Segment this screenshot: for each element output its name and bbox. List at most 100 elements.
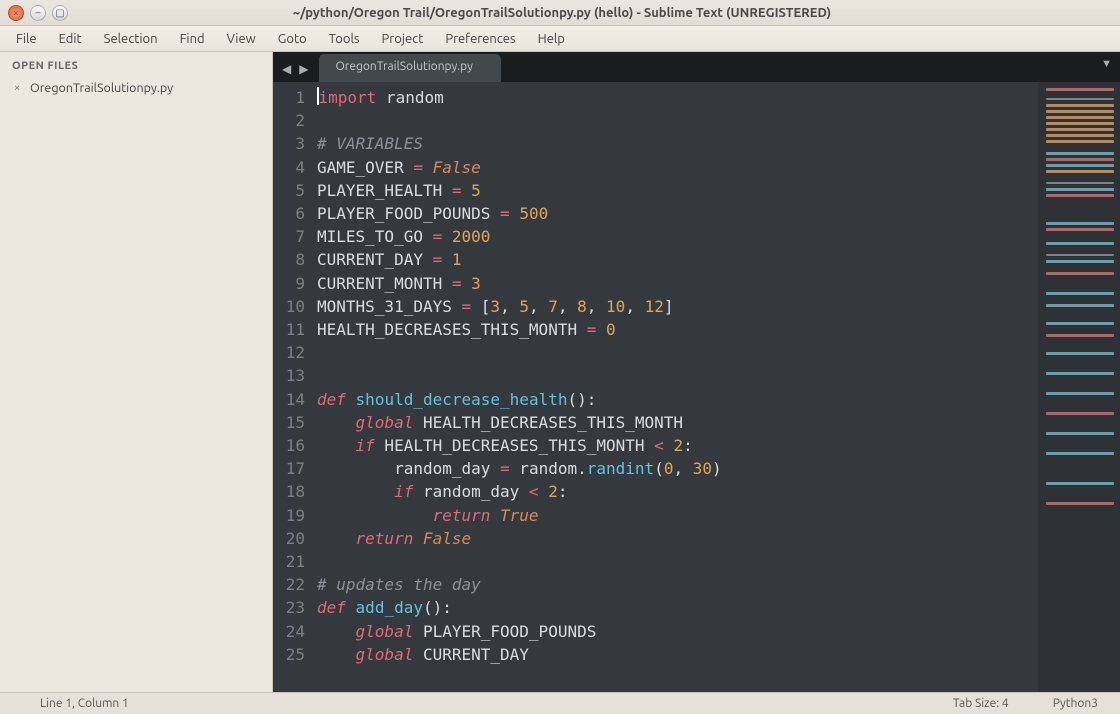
menu-project[interactable]: Project: [372, 29, 434, 49]
code-line: def add_day():: [317, 596, 1038, 619]
editor-body: 1234567891011121314151617181920212223242…: [273, 82, 1120, 692]
maximize-icon: ▢: [55, 8, 64, 18]
line-number: 10: [277, 295, 305, 318]
minimap-line: [1046, 104, 1114, 107]
tab-nav: ◀ ▶: [279, 60, 319, 82]
minimap-line: [1046, 228, 1114, 231]
line-number: 6: [277, 202, 305, 225]
minimap-line: [1046, 352, 1114, 355]
window-controls: × – ▢: [0, 5, 76, 21]
code-editor[interactable]: import random # VARIABLESGAME_OVER = Fal…: [313, 82, 1038, 692]
menu-edit[interactable]: Edit: [49, 29, 92, 49]
close-file-icon[interactable]: ×: [14, 82, 24, 94]
minimap-line: [1046, 116, 1114, 119]
line-number: 24: [277, 620, 305, 643]
code-line: def should_decrease_health():: [317, 388, 1038, 411]
minimap-line: [1046, 272, 1114, 275]
code-line: CURRENT_DAY = 1: [317, 248, 1038, 271]
sidebar: OPEN FILES ×OregonTrailSolutionpy.py: [0, 52, 273, 692]
line-number: 1: [277, 86, 305, 109]
window-minimize-button[interactable]: –: [30, 5, 46, 21]
minimap-line: [1046, 482, 1114, 485]
code-line: [317, 109, 1038, 132]
line-number: 21: [277, 550, 305, 573]
minimap-line: [1046, 392, 1114, 395]
menu-view[interactable]: View: [217, 29, 266, 49]
line-number: 18: [277, 480, 305, 503]
code-line: GAME_OVER = False: [317, 156, 1038, 179]
line-number: 3: [277, 132, 305, 155]
minimap-line: [1046, 98, 1114, 100]
minimap-line: [1046, 254, 1114, 256]
minimap-line: [1046, 152, 1114, 155]
code-line: global PLAYER_FOOD_POUNDS: [317, 620, 1038, 643]
code-line: if HEALTH_DECREASES_THIS_MONTH < 2:: [317, 434, 1038, 457]
line-number: 25: [277, 643, 305, 666]
tab-label: OregonTrailSolutionpy.py: [335, 60, 472, 73]
tab-history-back-icon[interactable]: ◀: [279, 60, 294, 78]
minimap-line: [1046, 322, 1114, 325]
minimap[interactable]: [1038, 82, 1120, 692]
minimap-line: [1046, 334, 1114, 337]
code-line: PLAYER_FOOD_POUNDS = 500: [317, 202, 1038, 225]
menu-selection[interactable]: Selection: [94, 29, 168, 49]
menu-preferences[interactable]: Preferences: [435, 29, 525, 49]
code-line: HEALTH_DECREASES_THIS_MONTH = 0: [317, 318, 1038, 341]
minimap-line: [1046, 372, 1114, 375]
tab-active[interactable]: OregonTrailSolutionpy.py: [319, 54, 500, 82]
status-position[interactable]: Line 1, Column 1: [0, 697, 129, 710]
code-line: import random: [317, 86, 1038, 109]
line-number: 12: [277, 341, 305, 364]
editor-area: ◀ ▶ OregonTrailSolutionpy.py ▼ 123456789…: [273, 52, 1120, 692]
code-line: random_day = random.randint(0, 30): [317, 457, 1038, 480]
line-number: 5: [277, 179, 305, 202]
line-number: 23: [277, 596, 305, 619]
code-line: return False: [317, 527, 1038, 550]
line-number: 2: [277, 109, 305, 132]
line-number: 9: [277, 272, 305, 295]
sidebar-open-files-header: OPEN FILES: [0, 52, 272, 78]
status-bar: Line 1, Column 1 Tab Size: 4 Python3: [0, 692, 1120, 714]
minimap-line: [1046, 292, 1114, 295]
minimap-line: [1046, 182, 1114, 184]
window-maximize-button[interactable]: ▢: [52, 5, 68, 21]
code-line: return True: [317, 504, 1038, 527]
line-number: 20: [277, 527, 305, 550]
minimap-line: [1046, 158, 1114, 161]
line-number-gutter: 1234567891011121314151617181920212223242…: [273, 82, 313, 692]
menu-help[interactable]: Help: [528, 29, 575, 49]
code-line: MILES_TO_GO = 2000: [317, 225, 1038, 248]
line-number: 19: [277, 504, 305, 527]
minimap-line: [1046, 452, 1114, 455]
line-number: 17: [277, 457, 305, 480]
line-number: 11: [277, 318, 305, 341]
status-syntax[interactable]: Python3: [1031, 697, 1120, 710]
window-close-button[interactable]: ×: [8, 5, 24, 21]
line-number: 14: [277, 388, 305, 411]
minimap-line: [1046, 88, 1114, 91]
menu-file[interactable]: File: [6, 29, 47, 49]
line-number: 15: [277, 411, 305, 434]
menu-tools[interactable]: Tools: [319, 29, 370, 49]
window-titlebar: × – ▢ ~/python/Oregon Trail/OregonTrailS…: [0, 0, 1120, 26]
code-line: [317, 364, 1038, 387]
menu-goto[interactable]: Goto: [268, 29, 317, 49]
code-line: if random_day < 2:: [317, 480, 1038, 503]
minimap-line: [1046, 140, 1114, 143]
tab-bar: ◀ ▶ OregonTrailSolutionpy.py ▼: [273, 52, 1120, 82]
main-area: OPEN FILES ×OregonTrailSolutionpy.py ◀ ▶…: [0, 52, 1120, 692]
window-title: ~/python/Oregon Trail/OregonTrailSolutio…: [76, 6, 1048, 20]
code-line: # updates the day: [317, 573, 1038, 596]
code-line: # VARIABLES: [317, 132, 1038, 155]
code-line: [317, 341, 1038, 364]
tab-history-forward-icon[interactable]: ▶: [296, 60, 311, 78]
menu-bar: FileEditSelectionFindViewGotoToolsProjec…: [0, 26, 1120, 52]
open-file-item[interactable]: ×OregonTrailSolutionpy.py: [0, 78, 272, 98]
minimap-line: [1046, 304, 1114, 307]
tab-list-dropdown-icon[interactable]: ▼: [1101, 58, 1112, 70]
code-line: MONTHS_31_DAYS = [3, 5, 7, 8, 10, 12]: [317, 295, 1038, 318]
code-line: CURRENT_MONTH = 3: [317, 272, 1038, 295]
minimize-icon: –: [36, 8, 41, 18]
status-tab-size[interactable]: Tab Size: 4: [931, 697, 1031, 710]
menu-find[interactable]: Find: [170, 29, 215, 49]
